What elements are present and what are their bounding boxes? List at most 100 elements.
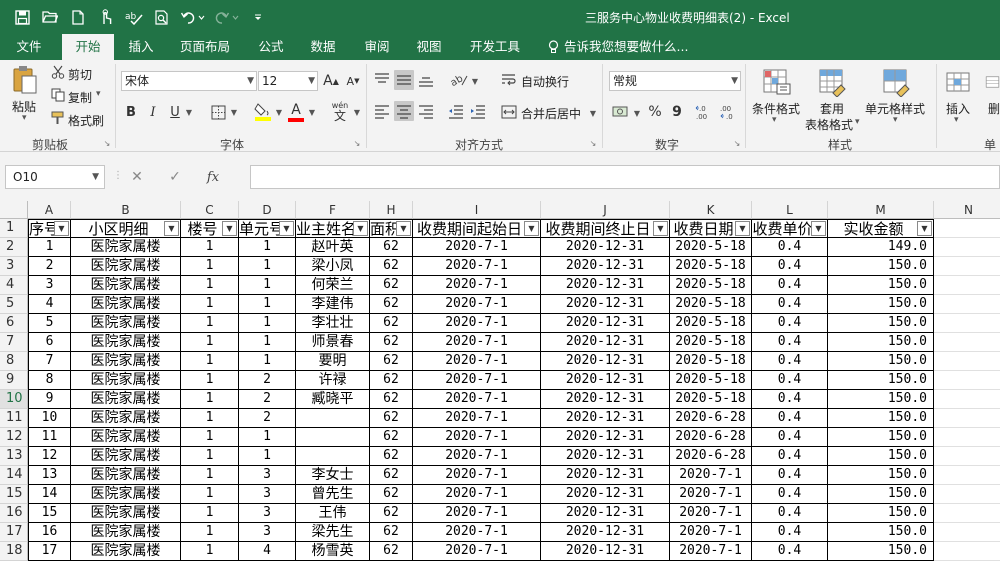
table-cell[interactable]: 150.0 bbox=[828, 295, 934, 314]
table-cell[interactable]: 医院家属楼 bbox=[71, 523, 181, 542]
table-cell[interactable]: 62 bbox=[370, 352, 413, 371]
wrap-text-icon[interactable] bbox=[500, 70, 518, 90]
table-cell[interactable]: 2020-12-31 bbox=[541, 238, 670, 257]
table-cell[interactable]: 10 bbox=[28, 409, 71, 428]
table-cell[interactable]: 62 bbox=[370, 257, 413, 276]
table-cell[interactable]: 0.4 bbox=[752, 352, 828, 371]
table-cell[interactable]: 150.0 bbox=[828, 428, 934, 447]
table-cell[interactable]: 2020-7-1 bbox=[413, 485, 541, 504]
table-cell[interactable]: 2020-6-28 bbox=[670, 409, 752, 428]
empty-cell[interactable] bbox=[934, 447, 1000, 466]
table-cell[interactable]: 150.0 bbox=[828, 390, 934, 409]
font-color-icon[interactable]: A bbox=[286, 100, 306, 124]
cell-styles-dropdown-icon[interactable]: ▾ bbox=[893, 115, 898, 125]
filter-dropdown-icon[interactable]: ▼ bbox=[164, 221, 179, 236]
table-cell[interactable]: 2020-12-31 bbox=[541, 314, 670, 333]
empty-cell[interactable] bbox=[934, 523, 1000, 542]
table-cell[interactable]: 2020-6-28 bbox=[670, 428, 752, 447]
column-header-f[interactable]: F bbox=[296, 201, 370, 219]
table-cell[interactable]: 1 bbox=[181, 314, 239, 333]
table-cell[interactable]: 1 bbox=[239, 447, 296, 466]
table-cell[interactable]: 2020-6-28 bbox=[670, 447, 752, 466]
empty-cell[interactable] bbox=[934, 333, 1000, 352]
table-cell[interactable]: 62 bbox=[370, 466, 413, 485]
table-cell[interactable]: 1 bbox=[239, 257, 296, 276]
table-cell[interactable]: 2020-12-31 bbox=[541, 447, 670, 466]
table-cell[interactable]: 150.0 bbox=[828, 409, 934, 428]
table-cell[interactable]: 150.0 bbox=[828, 276, 934, 295]
table-cell[interactable]: 62 bbox=[370, 371, 413, 390]
table-cell[interactable]: 2020-12-31 bbox=[541, 276, 670, 295]
table-cell[interactable]: 62 bbox=[370, 523, 413, 542]
tab-data[interactable]: 数据 bbox=[302, 34, 344, 60]
empty-cell[interactable] bbox=[934, 485, 1000, 504]
table-cell[interactable]: 医院家属楼 bbox=[71, 485, 181, 504]
format-as-table-label-1[interactable]: 套用 bbox=[820, 100, 844, 117]
underline-button[interactable]: U bbox=[166, 102, 184, 122]
table-cell[interactable]: 1 bbox=[181, 447, 239, 466]
table-cell[interactable]: 11 bbox=[28, 428, 71, 447]
empty-cell[interactable] bbox=[934, 295, 1000, 314]
table-cell[interactable]: 2020-12-31 bbox=[541, 485, 670, 504]
table-cell[interactable]: 0.4 bbox=[752, 523, 828, 542]
table-cell[interactable]: 1 bbox=[181, 390, 239, 409]
table-cell[interactable]: 2020-7-1 bbox=[413, 466, 541, 485]
copy-icon[interactable] bbox=[50, 87, 66, 103]
format-as-table-icon[interactable] bbox=[816, 66, 848, 98]
table-cell[interactable]: 1 bbox=[28, 238, 71, 257]
undo-icon[interactable] bbox=[178, 6, 208, 28]
table-cell[interactable]: 医院家属楼 bbox=[71, 409, 181, 428]
align-center-icon[interactable] bbox=[394, 101, 414, 121]
table-cell[interactable]: 62 bbox=[370, 428, 413, 447]
table-cell[interactable]: 62 bbox=[370, 409, 413, 428]
decrease-indent-icon[interactable] bbox=[446, 101, 466, 121]
column-header-d[interactable]: D bbox=[239, 201, 296, 219]
conditional-dropdown-icon[interactable]: ▾ bbox=[772, 115, 777, 125]
table-cell[interactable]: 1 bbox=[239, 276, 296, 295]
table-cell[interactable]: 1 bbox=[239, 314, 296, 333]
column-header-i[interactable]: I bbox=[413, 201, 541, 219]
table-cell[interactable]: 3 bbox=[239, 523, 296, 542]
wrap-text-button[interactable]: 自动换行 bbox=[521, 73, 569, 90]
filter-dropdown-icon[interactable]: ▼ bbox=[735, 221, 750, 236]
table-cell[interactable]: 医院家属楼 bbox=[71, 276, 181, 295]
table-cell[interactable]: 3 bbox=[28, 276, 71, 295]
table-cell[interactable]: 2020-5-18 bbox=[670, 371, 752, 390]
table-cell[interactable]: 150.0 bbox=[828, 314, 934, 333]
table-cell[interactable]: 臧晓平 bbox=[296, 390, 370, 409]
table-cell[interactable]: 2020-7-1 bbox=[670, 485, 752, 504]
table-cell[interactable]: 2020-12-31 bbox=[541, 409, 670, 428]
paste-dropdown-icon[interactable]: ▾ bbox=[22, 113, 27, 123]
row-header-9[interactable]: 9 bbox=[0, 371, 28, 390]
table-cell[interactable]: 2020-7-1 bbox=[413, 428, 541, 447]
table-cell[interactable]: 2020-7-1 bbox=[413, 409, 541, 428]
table-cell[interactable]: 李女士 bbox=[296, 466, 370, 485]
tab-view[interactable]: 视图 bbox=[408, 34, 450, 60]
fill-color-dropdown-icon[interactable]: ▼ bbox=[274, 104, 284, 120]
table-cell[interactable]: 2020-7-1 bbox=[413, 542, 541, 561]
column-header-c[interactable]: C bbox=[181, 201, 239, 219]
delete-cells-button[interactable]: 删 bbox=[988, 100, 1000, 117]
table-cell[interactable]: 150.0 bbox=[828, 371, 934, 390]
table-cell[interactable] bbox=[296, 428, 370, 447]
table-cell[interactable]: 0.4 bbox=[752, 276, 828, 295]
empty-cell[interactable] bbox=[934, 428, 1000, 447]
table-cell[interactable]: 1 bbox=[181, 333, 239, 352]
column-header-m[interactable]: M bbox=[828, 201, 934, 219]
table-cell[interactable]: 0.4 bbox=[752, 409, 828, 428]
table-cell[interactable]: 16 bbox=[28, 523, 71, 542]
table-cell[interactable]: 5 bbox=[28, 314, 71, 333]
table-cell[interactable] bbox=[296, 409, 370, 428]
table-cell[interactable]: 2020-12-31 bbox=[541, 428, 670, 447]
accounting-format-icon[interactable] bbox=[610, 102, 632, 122]
row-header-8[interactable]: 8 bbox=[0, 352, 28, 371]
name-box[interactable]: O10 ▼ bbox=[5, 165, 105, 189]
merge-dropdown-icon[interactable]: ▼ bbox=[588, 106, 598, 120]
filter-dropdown-icon[interactable]: ▼ bbox=[222, 221, 237, 236]
tab-review[interactable]: 审阅 bbox=[356, 34, 398, 60]
table-cell[interactable]: 师景春 bbox=[296, 333, 370, 352]
underline-dropdown-icon[interactable]: ▼ bbox=[184, 104, 194, 120]
table-cell[interactable]: 2020-5-18 bbox=[670, 276, 752, 295]
table-cell[interactable]: 医院家属楼 bbox=[71, 428, 181, 447]
touch-mode-icon[interactable] bbox=[94, 6, 118, 28]
